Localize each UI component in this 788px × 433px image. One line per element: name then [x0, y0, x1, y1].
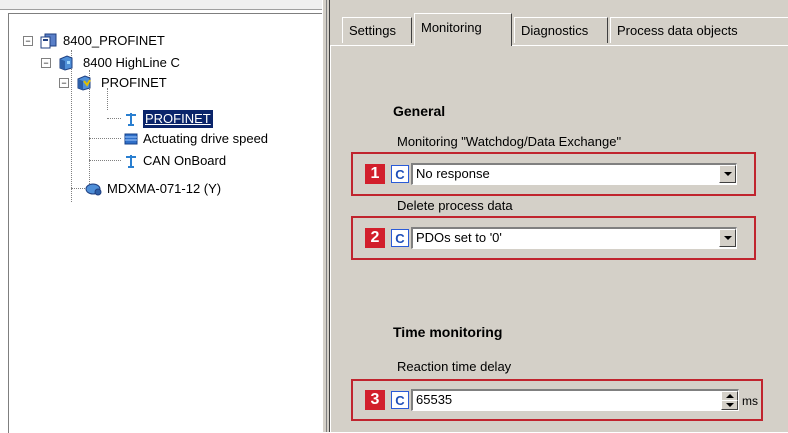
watchdog-response-select[interactable]: No response — [411, 163, 737, 185]
tree-node-label: 8400_PROFINET — [63, 33, 165, 48]
monitoring-tab-panel: General Monitoring "Watchdog/Data Exchan… — [330, 45, 788, 432]
tree-node-label: PROFINET — [101, 75, 167, 90]
tree-node-label: CAN OnBoard — [143, 153, 227, 168]
tree-line — [89, 138, 121, 139]
code-indicator[interactable]: C — [391, 391, 409, 409]
delete-pd-select[interactable]: PDOs set to '0' — [411, 227, 737, 249]
tree-node-label: Actuating drive speed — [143, 131, 269, 146]
input-value: 65535 — [416, 392, 453, 407]
network-antenna-icon — [126, 113, 136, 126]
callout-badge: 2 — [365, 228, 385, 248]
spin-down-icon[interactable] — [721, 400, 738, 410]
controller-device-icon — [59, 55, 73, 71]
project-icon — [40, 33, 57, 49]
watchdog-highlight: 1 C No response — [351, 152, 756, 196]
pane-splitter[interactable] — [322, 0, 330, 432]
application-block-icon — [124, 133, 138, 145]
tree-node-label: 8400 HighLine C — [83, 55, 180, 70]
reaction-caption: Reaction time delay — [397, 359, 512, 374]
properties-pane: Settings Monitoring Diagnostics Process … — [330, 0, 788, 432]
tree-line — [107, 118, 121, 119]
reaction-highlight: 3 C 65535 ms — [351, 379, 763, 421]
tab-diagnostics[interactable]: Diagnostics — [514, 17, 608, 43]
time-monitoring-heading: Time monitoring — [393, 324, 503, 340]
code-indicator[interactable]: C — [391, 229, 409, 247]
collapse-icon[interactable]: − — [59, 78, 69, 88]
watchdog-caption: Monitoring "Watchdog/Data Exchange" — [397, 134, 622, 149]
general-heading: General — [393, 103, 446, 119]
tree-line — [89, 160, 121, 161]
tree-line — [71, 188, 85, 189]
fieldbus-module-icon — [77, 75, 91, 91]
code-indicator[interactable]: C — [391, 165, 409, 183]
collapse-icon[interactable]: − — [23, 36, 33, 46]
motor-icon — [85, 183, 102, 196]
callout-badge: 3 — [365, 390, 385, 410]
tab-settings[interactable]: Settings — [342, 17, 412, 43]
selected-value: PDOs set to '0' — [416, 230, 502, 245]
chevron-down-icon[interactable] — [719, 229, 736, 247]
tab-strip: Settings Monitoring Diagnostics Process … — [330, 0, 788, 46]
network-antenna-icon — [126, 155, 136, 168]
tree-node-label: MDXMA-071-12 (Y) — [107, 181, 222, 196]
unit-label: ms — [742, 394, 758, 408]
delete-pd-highlight: 2 C PDOs set to '0' — [351, 216, 756, 260]
tree-line — [71, 50, 72, 202]
collapse-icon[interactable]: − — [41, 58, 51, 68]
tree-header-strip — [0, 0, 322, 10]
delete-pd-caption: Delete process data — [397, 198, 513, 213]
tree-node-label: PROFINET — [142, 109, 214, 129]
chevron-down-icon[interactable] — [719, 165, 736, 183]
project-tree-pane: − 8400_PROFINET − 8400 HighLine C − PROF… — [0, 0, 323, 433]
project-tree: − 8400_PROFINET − 8400 HighLine C − PROF… — [8, 13, 323, 433]
callout-badge: 1 — [365, 164, 385, 184]
tab-monitoring[interactable]: Monitoring — [414, 13, 512, 46]
tab-process-data-objects[interactable]: Process data objects — [610, 17, 788, 43]
selected-value: No response — [416, 166, 490, 181]
reaction-time-input[interactable]: 65535 — [411, 389, 739, 411]
